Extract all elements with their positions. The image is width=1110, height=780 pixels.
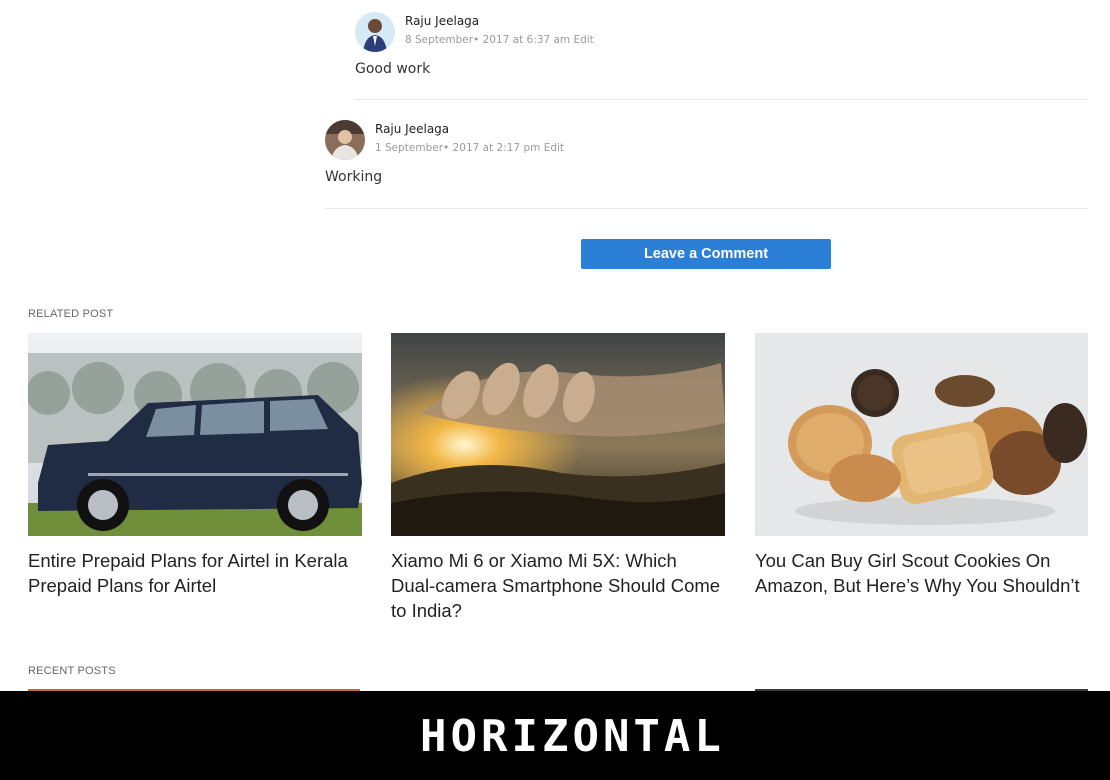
divider bbox=[325, 208, 1088, 209]
post-thumbnail[interactable] bbox=[28, 333, 362, 536]
edit-link[interactable]: Edit bbox=[544, 142, 564, 154]
overlay-banner: HORIZONTAL bbox=[0, 691, 1110, 780]
post-title[interactable]: Entire Prepaid Plans for Airtel in Keral… bbox=[28, 548, 362, 598]
edit-link[interactable]: Edit bbox=[573, 34, 593, 46]
comment-body: Good work bbox=[355, 61, 431, 77]
comment-meta: 8 September• 2017 at 6:37 am Edit bbox=[405, 34, 594, 46]
related-post-heading: RELATED POST bbox=[28, 308, 114, 320]
divider bbox=[355, 99, 1088, 100]
avatar[interactable] bbox=[355, 12, 395, 52]
post-thumbnail[interactable] bbox=[755, 333, 1088, 536]
comment-meta: 1 September• 2017 at 2:17 pm Edit bbox=[375, 142, 564, 154]
related-post-card: Entire Prepaid Plans for Airtel in Keral… bbox=[28, 333, 362, 598]
post-thumbnail[interactable] bbox=[391, 333, 725, 536]
recent-posts-heading: RECENT POSTS bbox=[28, 665, 116, 677]
overlay-label: HORIZONTAL bbox=[420, 711, 725, 762]
comment-body: Working bbox=[325, 169, 383, 185]
comment: Raju Jeelaga 8 September• 2017 at 6:37 a… bbox=[355, 12, 1088, 100]
post-title[interactable]: You Can Buy Girl Scout Cookies On Amazon… bbox=[755, 548, 1088, 598]
comment-date[interactable]: 1 September• 2017 at 2:17 pm bbox=[375, 142, 540, 154]
related-post-card: Xiamo Mi 6 or Xiamo Mi 5X: Which Dual-ca… bbox=[391, 333, 725, 623]
comment-author[interactable]: Raju Jeelaga bbox=[375, 122, 449, 136]
related-post-card: You Can Buy Girl Scout Cookies On Amazon… bbox=[755, 333, 1088, 598]
comment-date[interactable]: 8 September• 2017 at 6:37 am bbox=[405, 34, 570, 46]
leave-comment-button[interactable]: Leave a Comment bbox=[581, 239, 831, 269]
comment-author[interactable]: Raju Jeelaga bbox=[405, 14, 479, 28]
avatar[interactable] bbox=[325, 120, 365, 160]
comment: Raju Jeelaga 1 September• 2017 at 2:17 p… bbox=[325, 120, 1088, 208]
post-title[interactable]: Xiamo Mi 6 or Xiamo Mi 5X: Which Dual-ca… bbox=[391, 548, 725, 623]
